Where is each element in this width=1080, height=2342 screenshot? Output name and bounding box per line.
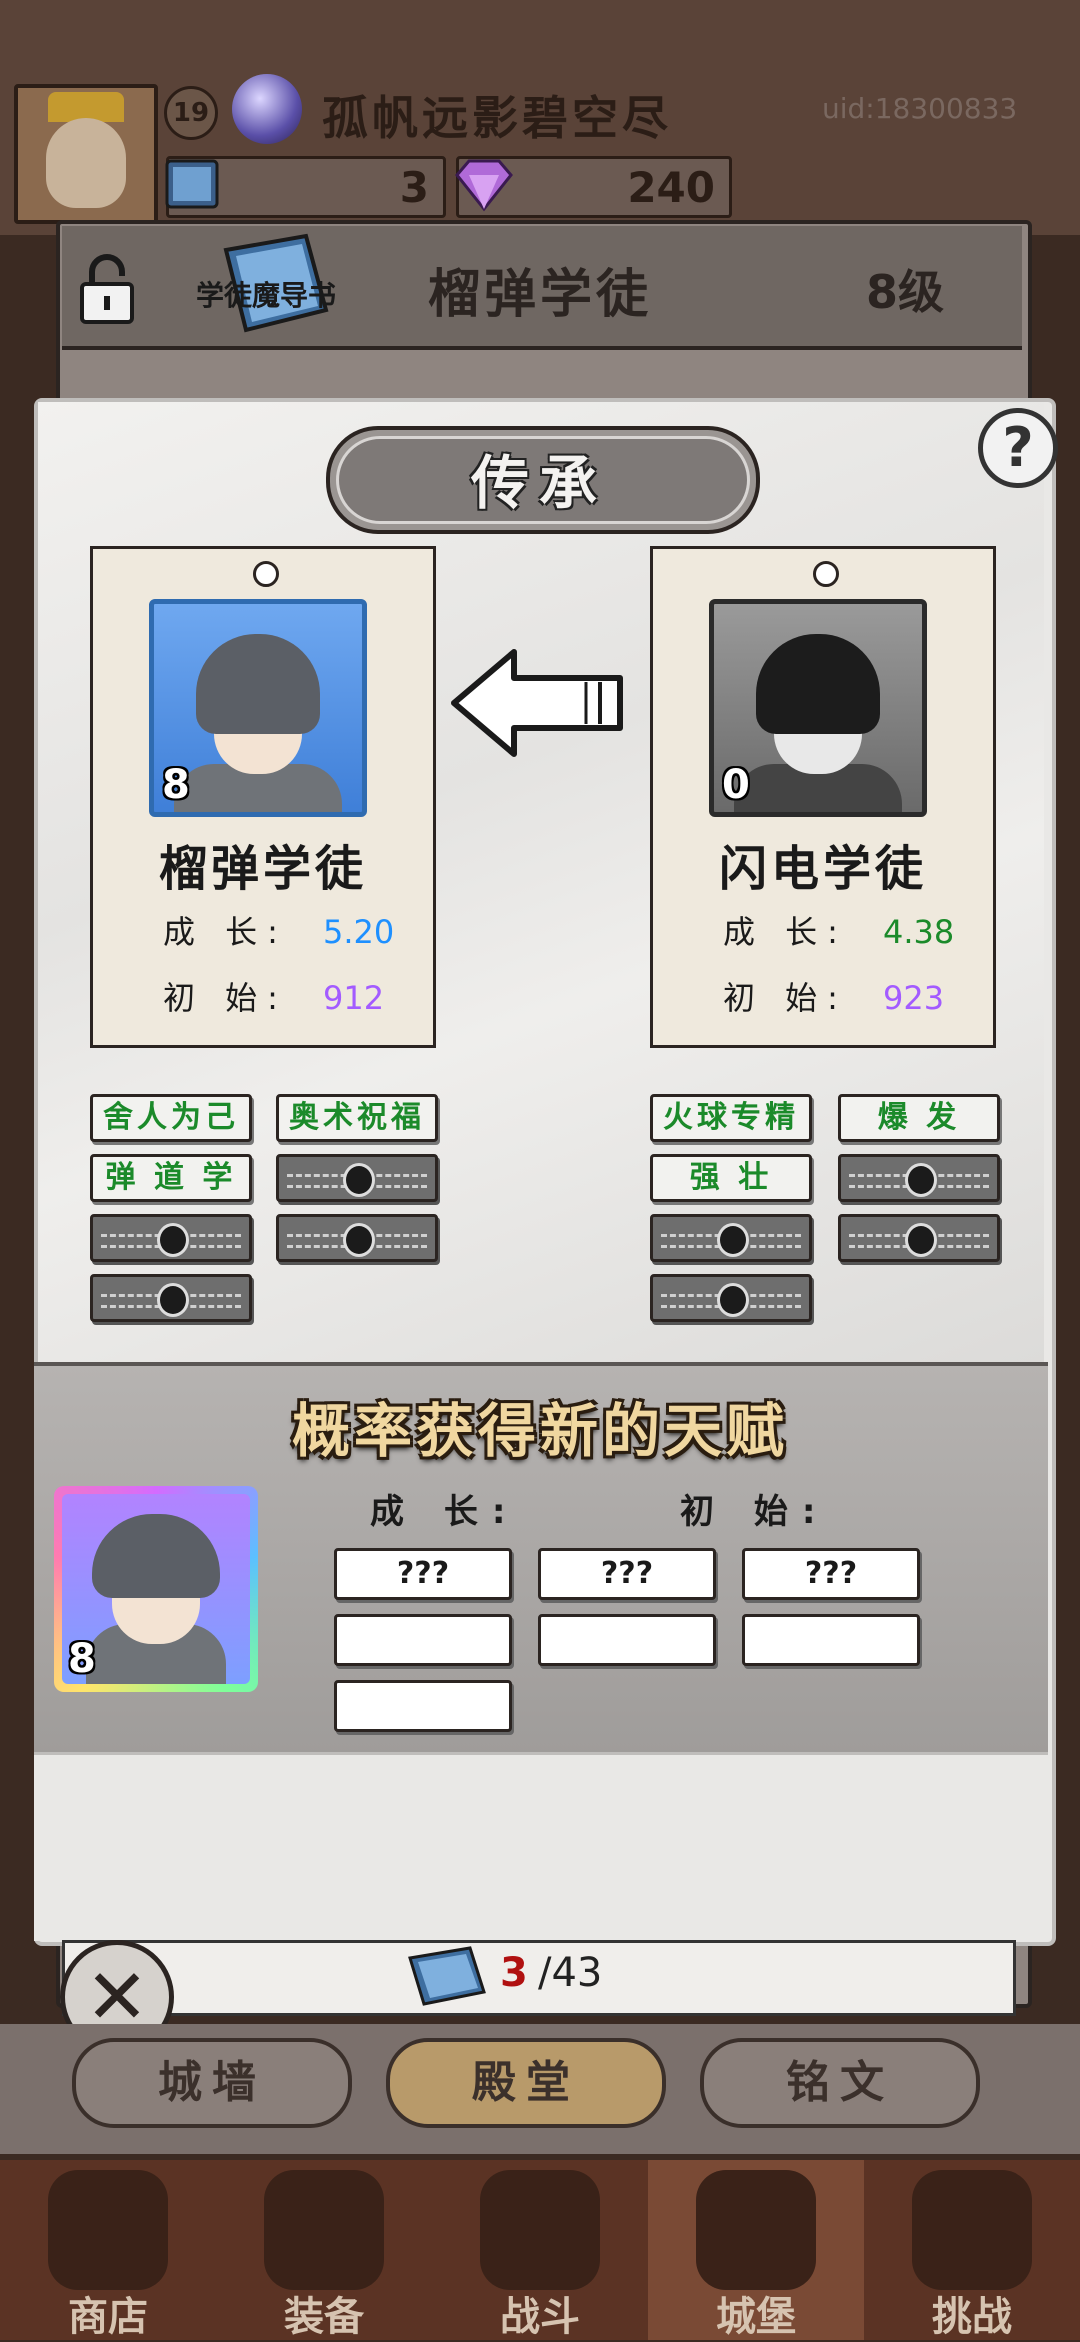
nav-challenge[interactable]: 挑战 [864, 2160, 1080, 2340]
padlock-icon [343, 1163, 375, 1197]
rank-orb-icon[interactable] [232, 74, 302, 144]
talent-tag[interactable]: 强 壮 [650, 1154, 812, 1202]
nav-equipment[interactable]: 装备 [216, 2160, 432, 2340]
talent-result-slot: ??? [742, 1548, 920, 1600]
talent-tag[interactable]: 舍人为己 [90, 1094, 252, 1142]
inherit-target-card[interactable]: 8 榴弹学徒 成 长: 5.20 初 始: 912 [90, 546, 436, 1048]
inherit-title: 传承 [470, 449, 607, 517]
book-count: 3 [399, 163, 429, 212]
hero-portrait: 0 [709, 599, 927, 817]
initial-row: 初 始: 923 [723, 973, 944, 1019]
growth-header: 成 长: [370, 1492, 520, 1532]
diamond-icon [455, 159, 513, 212]
locked-talent-slot [90, 1274, 252, 1322]
talent-result-slot [742, 1614, 920, 1666]
player-avatar[interactable] [14, 84, 158, 224]
gem-resource[interactable]: 240 [455, 156, 732, 218]
locked-talent-slot [650, 1274, 812, 1322]
hero-stars: 8 [162, 762, 190, 808]
nav-castle[interactable]: 城堡 [648, 2160, 864, 2340]
padlock-icon [717, 1283, 749, 1317]
inherit-source-card[interactable]: 0 闪电学徒 成 长: 4.38 初 始: 923 [650, 546, 996, 1048]
growth-value: 5.20 [323, 913, 395, 951]
locked-talent-slot [838, 1154, 1000, 1202]
initial-value: 923 [883, 979, 945, 1017]
talent-result-slot [334, 1680, 512, 1732]
crossed-swords-icon [480, 2170, 600, 2290]
talent-result-slot [334, 1614, 512, 1666]
card-hole [813, 561, 839, 587]
padlock-icon [905, 1163, 937, 1197]
player-uid: uid:18300833 [822, 92, 1018, 125]
locked-talent-slot [276, 1154, 438, 1202]
shield-icon [912, 2170, 1032, 2290]
new-talent-title: 概率获得新的天赋 [291, 1397, 788, 1465]
nav-label: 挑战 [932, 2294, 1012, 2340]
initial-header: 初 始: [680, 1492, 830, 1532]
talent-tag[interactable]: 弹 道 学 [90, 1154, 252, 1202]
growth-row: 成 长: 4.38 [723, 907, 954, 953]
player-name: 孤帆远影碧空尽 [322, 91, 672, 145]
nav-label: 城堡 [716, 2294, 796, 2340]
nav-label: 战斗 [500, 2294, 580, 2340]
padlock-icon [905, 1223, 937, 1257]
book-resource[interactable]: 3 [165, 156, 446, 218]
help-button[interactable]: ? [978, 408, 1058, 488]
card-hole [253, 561, 279, 587]
spellbook-icon [165, 159, 219, 209]
talent-result-slot [538, 1614, 716, 1666]
player-level-badge: 19 [164, 86, 218, 140]
padlock-icon [343, 1223, 375, 1257]
locked-talent-slot [90, 1214, 252, 1262]
castle-icon [696, 2170, 816, 2290]
nav-shop[interactable]: 商店 [0, 2160, 216, 2340]
locked-talent-slot [650, 1214, 812, 1262]
nav-label: 商店 [68, 2294, 148, 2340]
hero-name: 榴弹学徒 [158, 841, 367, 897]
shop-icon [48, 2170, 168, 2290]
padlock-icon [157, 1283, 189, 1317]
hero-portrait: 8 [149, 599, 367, 817]
unlock-icon[interactable] [78, 252, 136, 324]
growth-value: 4.38 [883, 913, 955, 951]
result-hero-portrait: 8 [54, 1486, 258, 1692]
result-hero-stars: 8 [68, 1636, 96, 1682]
hero-stars: 0 [722, 762, 750, 808]
talent-result-slot: ??? [538, 1548, 716, 1600]
talent-tag[interactable]: 奥术祝福 [276, 1094, 438, 1142]
spellbook-icon [408, 1946, 486, 2006]
hero-level: 8级 [866, 265, 945, 319]
tab-inscription[interactable]: 铭文 [700, 2038, 980, 2128]
tab-hall[interactable]: 殿堂 [386, 2038, 666, 2128]
locked-talent-slot [838, 1214, 1000, 1262]
padlock-icon [717, 1223, 749, 1257]
inherit-arrow-left-icon [451, 649, 623, 757]
avatar-face [46, 118, 126, 208]
tab-wall[interactable]: 城墙 [72, 2038, 352, 2128]
spellbook-current: 3 [500, 1950, 528, 1996]
hero-name-title: 榴弹学徒 [428, 265, 653, 325]
initial-label: 初 始: [723, 979, 848, 1017]
modal-footer-area [34, 1752, 1048, 1941]
growth-label: 成 长: [723, 913, 848, 951]
talent-tag[interactable]: 火球专精 [650, 1094, 812, 1142]
gem-count: 240 [627, 163, 715, 212]
growth-label: 成 长: [163, 913, 288, 951]
initial-row: 初 始: 912 [163, 973, 384, 1019]
locked-talent-slot [276, 1214, 438, 1262]
spellbook-total: /43 [538, 1950, 603, 1996]
nav-battle[interactable]: 战斗 [432, 2160, 648, 2340]
backpack-icon [264, 2170, 384, 2290]
talent-result-slot: ??? [334, 1548, 512, 1600]
padlock-icon [157, 1223, 189, 1257]
hero-name: 闪电学徒 [718, 841, 927, 897]
initial-label: 初 始: [163, 979, 288, 1017]
spellbook-label: 学徒魔导书 [196, 279, 337, 312]
nav-label: 装备 [284, 2294, 364, 2340]
talent-tag[interactable]: 爆 发 [838, 1094, 1000, 1142]
growth-row: 成 长: 5.20 [163, 907, 394, 953]
initial-value: 912 [323, 979, 385, 1017]
